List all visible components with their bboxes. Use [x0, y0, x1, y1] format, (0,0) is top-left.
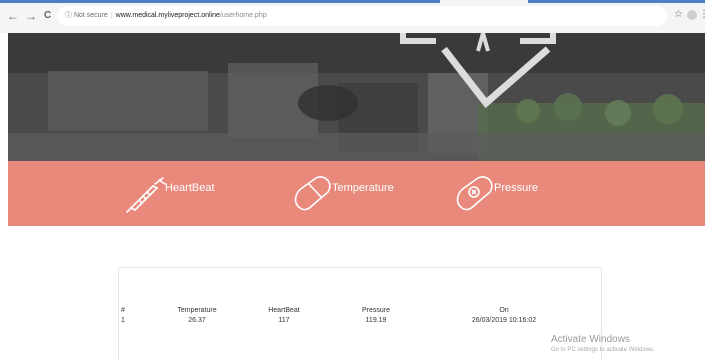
capsule-icon [294, 175, 331, 210]
forward-arrow-icon[interactable]: → [25, 9, 37, 23]
tab-strip-edge [528, 0, 705, 3]
feature-band: HeartBeat Temperature Pressure [8, 161, 705, 226]
hero-illustration [8, 33, 705, 161]
reload-icon[interactable]: C [44, 9, 51, 23]
table-header-temperature: Temperature [177, 307, 217, 314]
table-cell-index: 1 [121, 317, 125, 324]
syringe-icon [126, 176, 166, 213]
tab-strip-edge [0, 0, 440, 3]
profile-avatar[interactable] [687, 10, 697, 20]
feature-temperature-label: Temperature [332, 181, 394, 194]
bookmark-star-icon[interactable]: ☆ [674, 9, 683, 21]
address-separator: | [110, 12, 113, 19]
table-header-pressure: Pressure [361, 307, 390, 314]
table-header-on: On [499, 307, 509, 314]
feature-pressure[interactable]: Pressure [452, 161, 538, 226]
activation-watermark-title: Activate Windows [551, 334, 630, 345]
readings-table-card: # Temperature HeartBeat Pressure On 1 26… [118, 267, 602, 360]
pill-icon [456, 175, 493, 210]
security-status: Not secure [73, 12, 108, 19]
table-cell-temperature: 26.37 [188, 317, 206, 324]
url-host: www.medical.myliveproject.online [115, 12, 220, 19]
activation-watermark-subtitle: Go to PC settings to activate Windows. [551, 347, 655, 353]
address-bar[interactable]: ⓘ Not secure | www.medical.myliveproject.o… [57, 6, 667, 26]
table-header-index: # [121, 307, 125, 314]
feature-pressure-label: Pressure [494, 181, 539, 194]
table-cell-on: 26/03/2019 10:16:02 [471, 317, 537, 324]
table-cell-pressure: 119.19 [365, 317, 387, 324]
hero-banner-image [8, 33, 705, 161]
browser-toolbar: ← → C ⓘ Not secure | www.medical.mylivepro… [0, 0, 705, 33]
table-cell-heartbeat: 117 [278, 317, 290, 324]
feature-temperature[interactable]: Temperature [290, 161, 394, 226]
readings-table: # Temperature HeartBeat Pressure On 1 26… [119, 268, 603, 361]
feature-heartbeat[interactable]: HeartBeat [123, 161, 215, 226]
info-icon[interactable]: ⓘ [65, 12, 72, 19]
menu-icon[interactable]: ⋮ [699, 9, 705, 21]
url-path: /userhome.php [219, 12, 267, 19]
table-header-heartbeat: HeartBeat [268, 307, 300, 314]
back-arrow-icon[interactable]: ← [7, 9, 19, 23]
feature-heartbeat-label: HeartBeat [165, 181, 215, 194]
